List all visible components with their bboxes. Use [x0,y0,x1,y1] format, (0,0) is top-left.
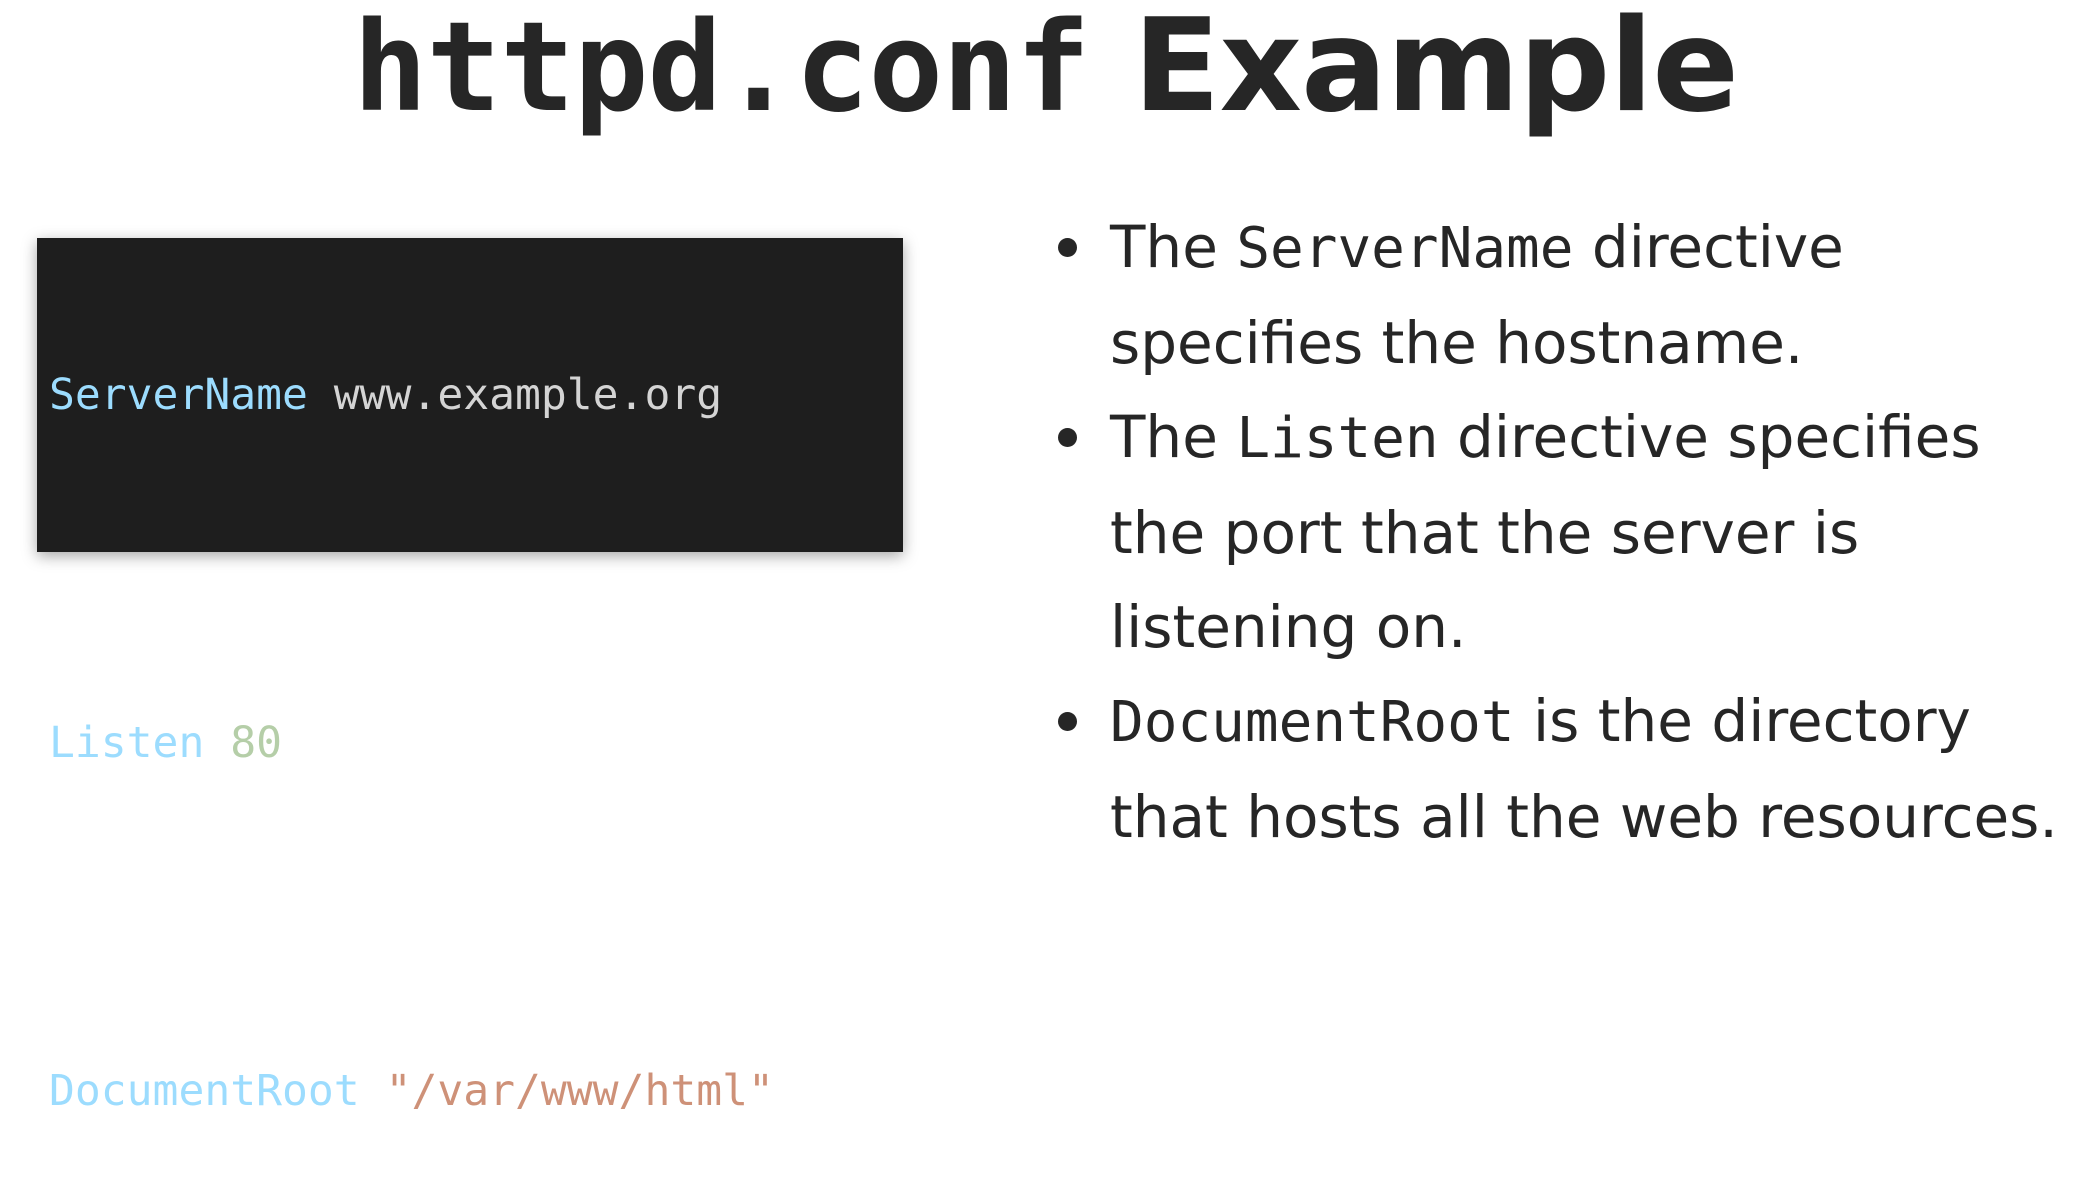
bullet-list: The ServerName directive specifies the h… [1052,200,2082,864]
bullet-code: DocumentRoot [1110,690,1515,755]
bullet-code: ServerName [1236,216,1574,281]
bullet-text-before: The [1110,403,1237,471]
code-value: "/var/www/html" [385,1066,774,1116]
bullet-text-before: The [1110,213,1237,281]
code-directive: ServerName [49,370,308,420]
code-directive: Listen [49,718,205,768]
code-block: ServerName www.example.org Listen 80 Doc… [37,238,903,1116]
bullet-dot-icon [1058,712,1077,731]
bullet-dot-icon [1058,428,1077,447]
code-line-documentroot: DocumentRoot "/var/www/html" [49,1062,903,1120]
slide-title: httpd.conf Example [0,0,2091,141]
bullet-item-listen: The Listen directive specifies the port … [1052,390,2082,674]
code-line-servername: ServerName www.example.org [49,366,903,424]
bullet-code: Listen [1236,406,1439,471]
title-text-part: Example [1133,0,1739,141]
bullet-item-servername: The ServerName directive specifies the h… [1052,200,2082,390]
code-directive: DocumentRoot [49,1066,360,1116]
code-line-listen: Listen 80 [49,714,903,772]
title-code-part: httpd.conf [352,0,1091,140]
bullet-dot-icon [1058,238,1077,257]
code-value: 80 [230,718,283,768]
bullet-item-documentroot: DocumentRoot is the directory that hosts… [1052,674,2082,864]
code-value: www.example.org [333,370,723,420]
